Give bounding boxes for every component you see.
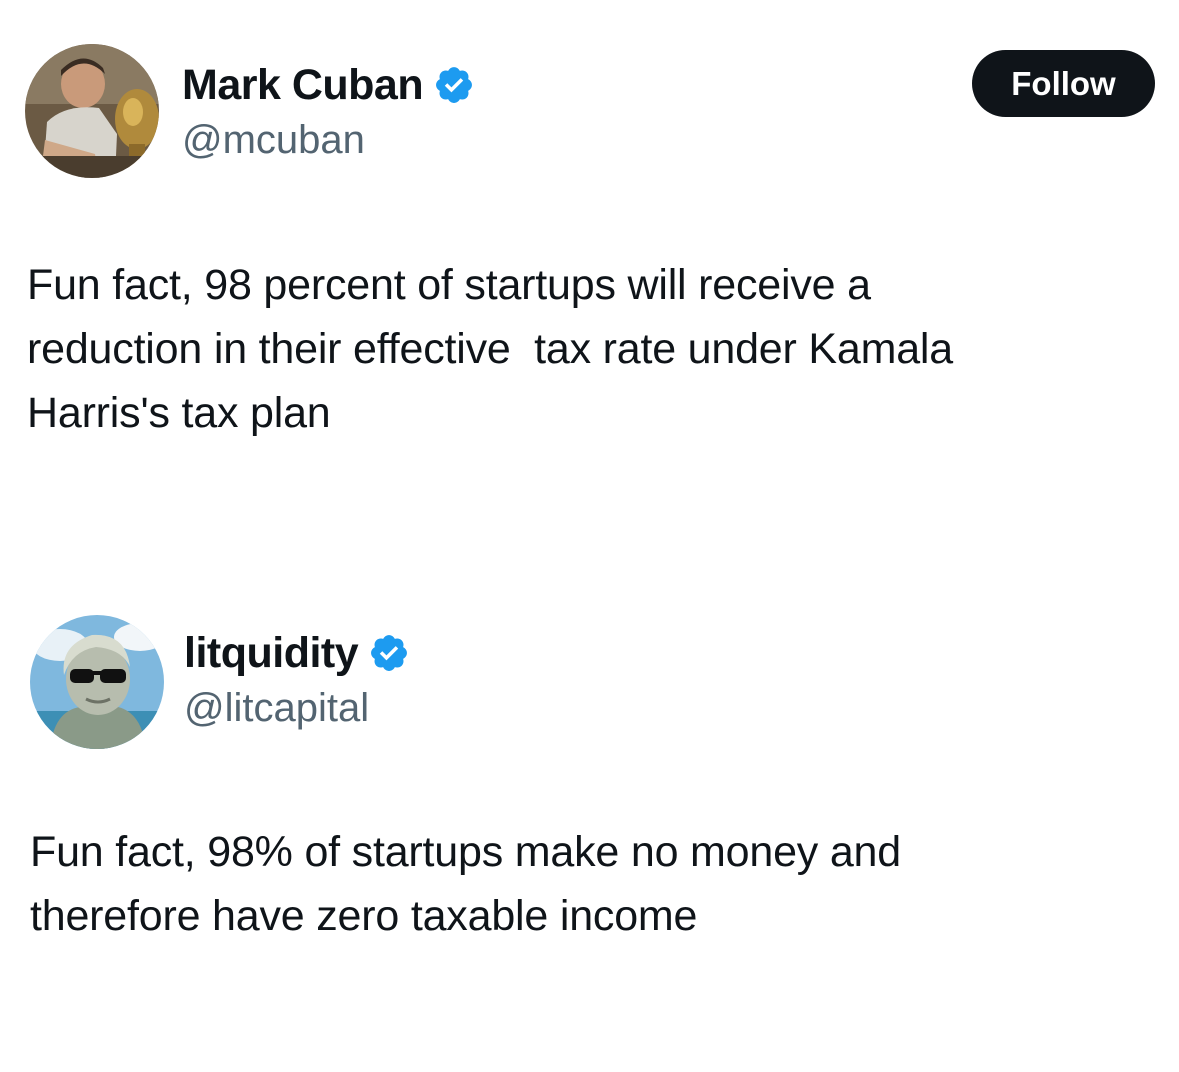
tweet-text: Fun fact, 98 percent of startups will re… (27, 261, 953, 437)
tweet-litquidity[interactable]: litquidity @litcapital Fun fact, 98% of … (0, 570, 1179, 1070)
verified-badge-icon (433, 64, 475, 106)
display-name[interactable]: Mark Cuban (182, 61, 424, 110)
name-row: Mark Cuban (182, 57, 475, 113)
verified-badge-icon (368, 632, 410, 674)
avatar-photo (25, 44, 159, 178)
avatar-photo (30, 615, 164, 749)
handle[interactable]: @mcuban (182, 118, 365, 163)
handle[interactable]: @litcapital (184, 686, 369, 731)
follow-button[interactable]: Follow (972, 50, 1155, 117)
tweet-text: Fun fact, 98% of startups make no money … (30, 828, 901, 940)
display-name[interactable]: litquidity (184, 629, 359, 678)
avatar[interactable] (30, 615, 164, 749)
tweet-mark-cuban[interactable]: Mark Cuban @mcuban Follow Fun fact, 98 p… (0, 0, 1179, 560)
name-row: litquidity (184, 625, 410, 681)
avatar[interactable] (25, 44, 159, 178)
